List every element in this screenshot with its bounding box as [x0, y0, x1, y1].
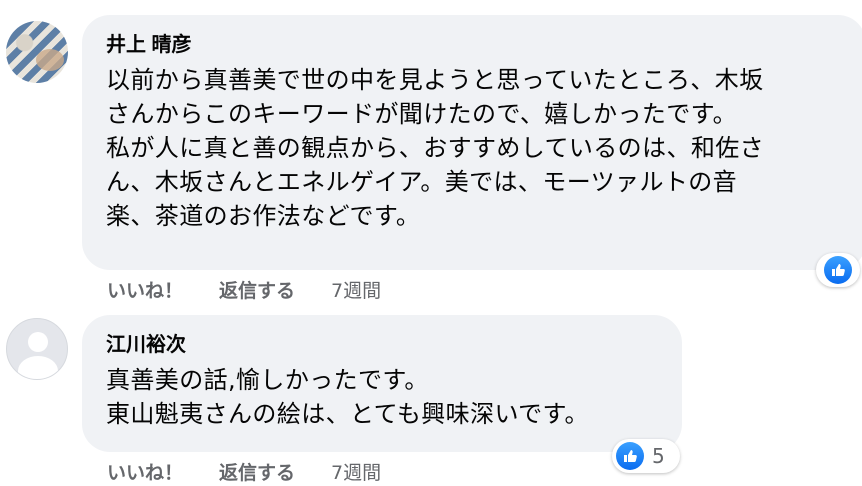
thumbs-up-icon — [824, 256, 852, 284]
comment-author-name[interactable]: 江川裕次 — [106, 333, 660, 357]
reply-button[interactable]: 返信する — [219, 276, 295, 303]
reaction-badge[interactable] — [816, 253, 860, 287]
comment-actions: いいね！ 返信する 7週間 — [107, 458, 381, 485]
comment-thread: 井上 晴彦 以前から真善美で世の中を見ようと思っていたところ、木坂 さんからこの… — [0, 0, 862, 486]
comment-timestamp[interactable]: 7週間 — [331, 276, 381, 303]
like-button[interactable]: いいね！ — [107, 276, 183, 303]
comment-author-name[interactable]: 井上 晴彦 — [106, 33, 844, 57]
avatar-placeholder[interactable] — [6, 318, 68, 380]
comment-timestamp[interactable]: 7週間 — [331, 458, 381, 485]
thumbs-up-icon — [616, 442, 644, 470]
avatar-body-shape — [18, 356, 58, 379]
like-button[interactable]: いいね！ — [107, 458, 183, 485]
avatar[interactable] — [6, 21, 68, 83]
comment-text: 真善美の話,愉しかったです。 東山魁夷さんの絵は、とても興味深いです。 — [106, 366, 589, 428]
comment-bubble: 江川裕次 真善美の話,愉しかったです。 東山魁夷さんの絵は、とても興味深いです。 — [82, 315, 682, 452]
comment-text: 以前から真善美で世の中を見ようと思っていたところ、木坂 さんからこのキーワードが… — [106, 66, 765, 230]
comment-actions: いいね！ 返信する 7週間 — [107, 276, 381, 303]
comment-bubble: 井上 晴彦 以前から真善美で世の中を見ようと思っていたところ、木坂 さんからこの… — [82, 15, 862, 270]
reaction-badge[interactable]: 5 — [612, 439, 680, 473]
avatar-head-shape — [28, 332, 48, 352]
reply-button[interactable]: 返信する — [219, 458, 295, 485]
reaction-count: 5 — [652, 444, 665, 468]
